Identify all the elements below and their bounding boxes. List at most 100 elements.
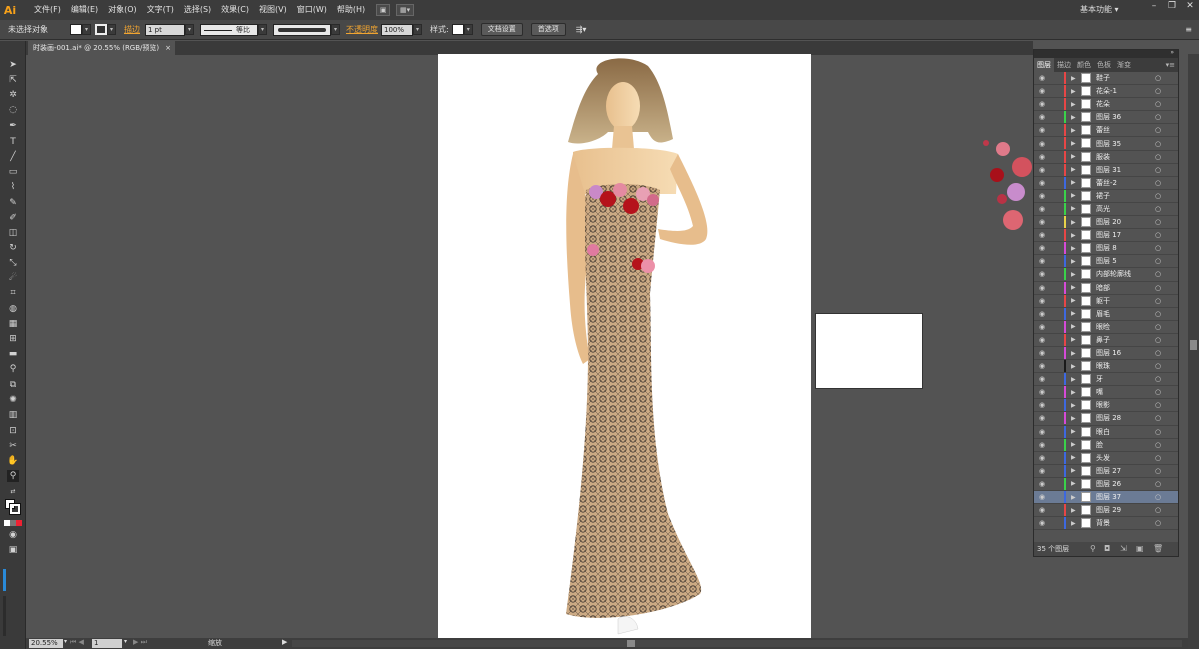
visibility-eye-icon[interactable]: ◉ bbox=[1039, 205, 1045, 213]
layer-row[interactable]: ◉ ▶ 眼珠 ○ bbox=[1034, 360, 1178, 374]
mesh-tool-icon[interactable]: ⊞ bbox=[7, 333, 19, 345]
arrange-icon[interactable]: ⇶▾ bbox=[576, 25, 587, 34]
expand-arrow-icon[interactable]: ▶ bbox=[1071, 402, 1076, 409]
visibility-eye-icon[interactable]: ◉ bbox=[1039, 362, 1045, 370]
expand-arrow-icon[interactable]: ▶ bbox=[1071, 389, 1076, 396]
type-tool-icon[interactable]: T bbox=[7, 136, 19, 148]
paintbrush-tool-icon[interactable]: ⌇ bbox=[7, 181, 19, 193]
style-dropdown-icon[interactable]: ▾ bbox=[463, 24, 473, 35]
visibility-eye-icon[interactable]: ◉ bbox=[1039, 441, 1045, 449]
layer-row[interactable]: ◉ ▶ 眉毛 ○ bbox=[1034, 307, 1178, 321]
visibility-eye-icon[interactable]: ◉ bbox=[1039, 179, 1045, 187]
fill-dropdown-icon[interactable]: ▾ bbox=[82, 24, 91, 35]
target-circle-icon[interactable]: ○ bbox=[1155, 493, 1161, 501]
visibility-eye-icon[interactable]: ◉ bbox=[1039, 454, 1045, 462]
panel-collapse-icon[interactable]: » bbox=[1170, 49, 1174, 56]
tab-stroke[interactable]: 描边 bbox=[1054, 58, 1074, 72]
target-circle-icon[interactable]: ○ bbox=[1155, 192, 1161, 200]
new-layer-icon[interactable]: ▣ bbox=[1136, 542, 1144, 556]
locate-object-icon[interactable]: ⚲ bbox=[1090, 542, 1096, 556]
expand-arrow-icon[interactable]: ▶ bbox=[1071, 428, 1076, 435]
layer-row[interactable]: ◉ ▶ 眼睑 ○ bbox=[1034, 320, 1178, 334]
visibility-eye-icon[interactable]: ◉ bbox=[1039, 192, 1045, 200]
pencil-tool-icon[interactable]: ✎ bbox=[7, 197, 19, 209]
shape-builder-tool-icon[interactable]: ◍ bbox=[7, 303, 19, 315]
layer-row[interactable]: ◉ ▶ 眼影 ○ bbox=[1034, 399, 1178, 413]
bridge-icon[interactable]: ▣ bbox=[376, 4, 391, 16]
target-circle-icon[interactable]: ○ bbox=[1155, 153, 1161, 161]
rectangle-tool-icon[interactable]: ▭ bbox=[7, 166, 19, 178]
delete-layer-icon[interactable]: 🗑 bbox=[1153, 542, 1163, 556]
perspective-grid-tool-icon[interactable]: ▦ bbox=[7, 318, 19, 330]
expand-arrow-icon[interactable]: ▶ bbox=[1071, 205, 1076, 212]
visibility-eye-icon[interactable]: ◉ bbox=[1039, 100, 1045, 108]
target-circle-icon[interactable]: ○ bbox=[1155, 336, 1161, 344]
white-rectangle-object[interactable] bbox=[815, 313, 923, 389]
target-circle-icon[interactable]: ○ bbox=[1155, 126, 1161, 134]
next-artboard-icon[interactable]: ▶ ⏭ bbox=[133, 638, 147, 647]
opacity-label[interactable]: 不透明度 bbox=[346, 24, 378, 35]
layer-row[interactable]: ◉ ▶ 高光 ○ bbox=[1034, 202, 1178, 217]
layer-row[interactable]: ◉ ▶ 鼻子 ○ bbox=[1034, 333, 1178, 347]
graphic-style-swatch[interactable] bbox=[451, 24, 464, 35]
visibility-eye-icon[interactable]: ◉ bbox=[1039, 126, 1045, 134]
vertical-scrollbar[interactable] bbox=[1188, 54, 1199, 649]
expand-arrow-icon[interactable]: ▶ bbox=[1071, 454, 1076, 461]
layer-row[interactable]: ◉ ▶ 蕾丝 ○ bbox=[1034, 124, 1178, 138]
target-circle-icon[interactable]: ○ bbox=[1155, 441, 1161, 449]
visibility-eye-icon[interactable]: ◉ bbox=[1039, 140, 1045, 148]
target-circle-icon[interactable]: ○ bbox=[1155, 401, 1161, 409]
close-icon[interactable]: ✕ bbox=[1181, 0, 1199, 13]
target-circle-icon[interactable]: ○ bbox=[1155, 87, 1161, 95]
target-circle-icon[interactable]: ○ bbox=[1155, 414, 1161, 422]
target-circle-icon[interactable]: ○ bbox=[1155, 454, 1161, 462]
expand-arrow-icon[interactable]: ▶ bbox=[1071, 363, 1076, 370]
expand-arrow-icon[interactable]: ▶ bbox=[1071, 140, 1076, 147]
layer-row[interactable]: ◉ ▶ 图层 26 ○ bbox=[1034, 477, 1178, 491]
target-circle-icon[interactable]: ○ bbox=[1155, 467, 1161, 475]
direct-selection-tool-icon[interactable]: ⇱ bbox=[7, 74, 19, 86]
target-circle-icon[interactable]: ○ bbox=[1155, 218, 1161, 226]
visibility-eye-icon[interactable]: ◉ bbox=[1039, 153, 1045, 161]
visibility-eye-icon[interactable]: ◉ bbox=[1039, 414, 1045, 422]
layer-row[interactable]: ◉ ▶ 暗部 ○ bbox=[1034, 281, 1178, 295]
expand-arrow-icon[interactable]: ▶ bbox=[1071, 179, 1076, 186]
expand-arrow-icon[interactable]: ▶ bbox=[1071, 232, 1076, 239]
expand-arrow-icon[interactable]: ▶ bbox=[1071, 350, 1076, 357]
expand-arrow-icon[interactable]: ▶ bbox=[1071, 258, 1076, 265]
visibility-eye-icon[interactable]: ◉ bbox=[1039, 113, 1045, 121]
stroke-label[interactable]: 描边 bbox=[124, 24, 140, 35]
expand-arrow-icon[interactable]: ▶ bbox=[1071, 166, 1076, 173]
layer-row[interactable]: ◉ ▶ 图层 16 ○ bbox=[1034, 346, 1178, 361]
visibility-eye-icon[interactable]: ◉ bbox=[1039, 428, 1045, 436]
drawing-mode-icon[interactable]: ◉ bbox=[7, 529, 19, 541]
layer-row[interactable]: ◉ ▶ 裙子 ○ bbox=[1034, 189, 1178, 203]
expand-arrow-icon[interactable]: ▶ bbox=[1071, 127, 1076, 134]
target-circle-icon[interactable]: ○ bbox=[1155, 480, 1161, 488]
target-circle-icon[interactable]: ○ bbox=[1155, 74, 1161, 82]
target-circle-icon[interactable]: ○ bbox=[1155, 323, 1161, 331]
stroke-color-box[interactable] bbox=[9, 503, 21, 515]
layer-row[interactable]: ◉ ▶ 脸 ○ bbox=[1034, 438, 1178, 452]
status-menu-icon[interactable]: ▶ bbox=[282, 638, 287, 646]
first-artboard-icon[interactable]: ⏮ ◀ bbox=[70, 638, 84, 647]
expand-arrow-icon[interactable]: ▶ bbox=[1071, 376, 1076, 383]
layer-row[interactable]: ◉ ▶ 蕾丝-2 ○ bbox=[1034, 176, 1178, 190]
visibility-eye-icon[interactable]: ◉ bbox=[1039, 244, 1045, 252]
visibility-eye-icon[interactable]: ◉ bbox=[1039, 310, 1045, 318]
expand-arrow-icon[interactable]: ▶ bbox=[1071, 507, 1076, 514]
layer-row[interactable]: ◉ ▶ 背景 ○ bbox=[1034, 517, 1178, 531]
expand-arrow-icon[interactable]: ▶ bbox=[1071, 153, 1076, 160]
artboard-dropdown-icon[interactable]: ▾ bbox=[124, 638, 127, 645]
new-sublayer-icon[interactable]: ⇲ bbox=[1120, 542, 1127, 556]
rose-cluster-object[interactable] bbox=[978, 137, 1033, 232]
visibility-eye-icon[interactable]: ◉ bbox=[1039, 297, 1045, 305]
layer-row[interactable]: ◉ ▶ 图层 17 ○ bbox=[1034, 229, 1178, 243]
visibility-eye-icon[interactable]: ◉ bbox=[1039, 480, 1045, 488]
expand-arrow-icon[interactable]: ▶ bbox=[1071, 101, 1076, 108]
blob-brush-tool-icon[interactable]: ✐ bbox=[7, 212, 19, 224]
target-circle-icon[interactable]: ○ bbox=[1155, 375, 1161, 383]
expand-arrow-icon[interactable]: ▶ bbox=[1071, 88, 1076, 95]
color-mode-icon[interactable] bbox=[4, 520, 22, 526]
layer-row[interactable]: ◉ ▶ 图层 31 ○ bbox=[1034, 163, 1178, 177]
